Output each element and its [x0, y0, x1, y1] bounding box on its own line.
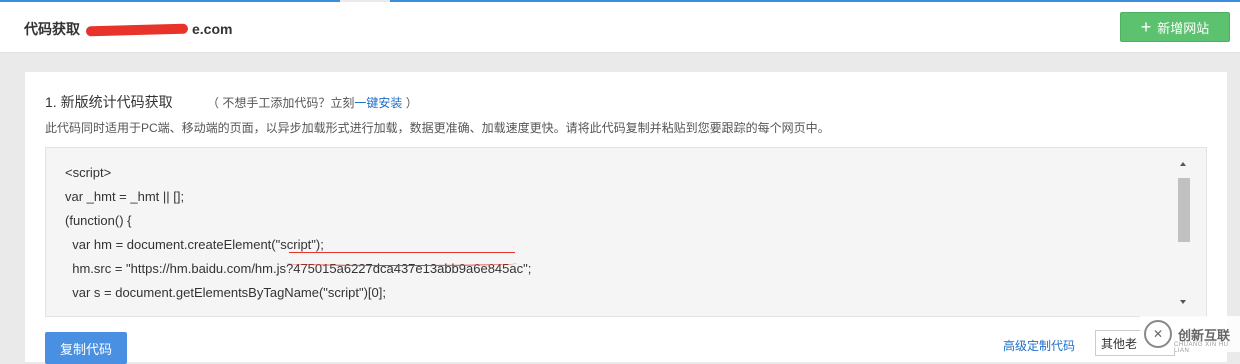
watermark-logo-icon: ✕ [1144, 320, 1172, 348]
code-line: var hm = document.createElement("script"… [65, 237, 324, 252]
scroll-down-icon[interactable] [1180, 300, 1186, 304]
advanced-code-link[interactable]: 高级定制代码 [1003, 337, 1075, 354]
code-line: var _hmt = _hmt || []; [65, 189, 185, 204]
add-site-label: 新增网站 [1157, 20, 1210, 36]
code-lines: <script> var _hmt = _hmt || []; (function(… [65, 161, 531, 305]
redaction-underline [287, 261, 517, 266]
code-line: var s = document.getElementsByTagName("s… [65, 285, 386, 300]
copy-code-button[interactable]: 复制代码 [45, 332, 127, 364]
hint-prefix: （ 不想手工添加代码？立刻 [207, 96, 355, 110]
watermark-text: 创新互联 [1178, 327, 1231, 343]
add-site-button[interactable]: + 新增网站 [1120, 12, 1230, 42]
scroll-thumb[interactable] [1178, 178, 1190, 242]
code-line: <script> [65, 165, 112, 180]
page-header: 代码获取 e.com + 新增网站 [0, 2, 1240, 53]
site-domain-suffix: e.com [192, 21, 233, 37]
watermark-subtext: CHUANG XIN HU LIAN [1174, 342, 1229, 354]
code-panel: 1. 新版统计代码获取 （ 不想手工添加代码？立刻一键安装 ） 此代码同时适用于… [25, 72, 1227, 364]
page-title: 代码获取 e.com [24, 19, 232, 39]
scroll-up-icon[interactable] [1180, 162, 1186, 166]
code-line: (function() { [65, 213, 132, 228]
plus-icon: + [1140, 17, 1152, 37]
redaction-strike [289, 252, 515, 253]
site-domain: e.com [85, 21, 233, 37]
hint-suffix: ） [402, 96, 418, 110]
section-title: 1. 新版统计代码获取 [45, 94, 173, 110]
code-textarea[interactable]: <script> var _hmt = _hmt || []; (function(… [45, 147, 1207, 317]
page-title-text: 代码获取 [24, 21, 80, 37]
one-click-install-link[interactable]: 一键安装 [354, 96, 402, 110]
code-scrollbar[interactable] [1178, 160, 1190, 306]
section-description: 此代码同时适用于PC端、移动端的页面，以异步加载形式进行加载，数据更准确、加载速… [45, 121, 830, 135]
redaction-mark [85, 23, 189, 37]
watermark: ✕ 创新互联 CHUANG XIN HU LIAN [1140, 316, 1240, 354]
section-hint: （ 不想手工添加代码？立刻一键安装 ） [207, 94, 418, 111]
